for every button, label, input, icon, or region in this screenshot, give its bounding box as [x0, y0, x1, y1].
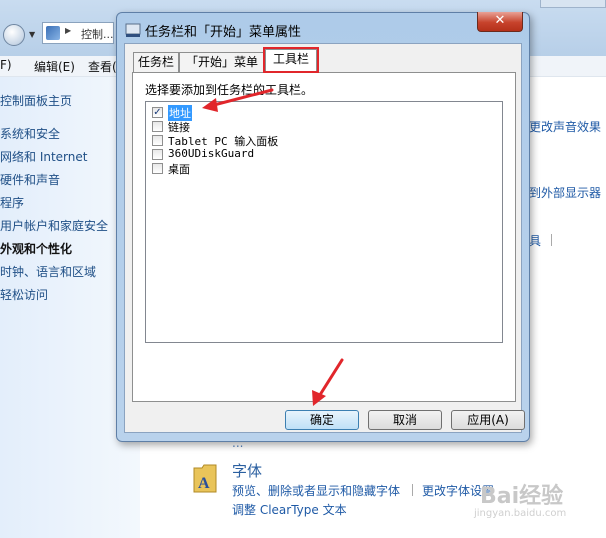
annotation-arrows	[202, 88, 344, 406]
arrow-to-ok-icon	[312, 358, 344, 406]
arrow-to-address-icon	[202, 88, 274, 112]
